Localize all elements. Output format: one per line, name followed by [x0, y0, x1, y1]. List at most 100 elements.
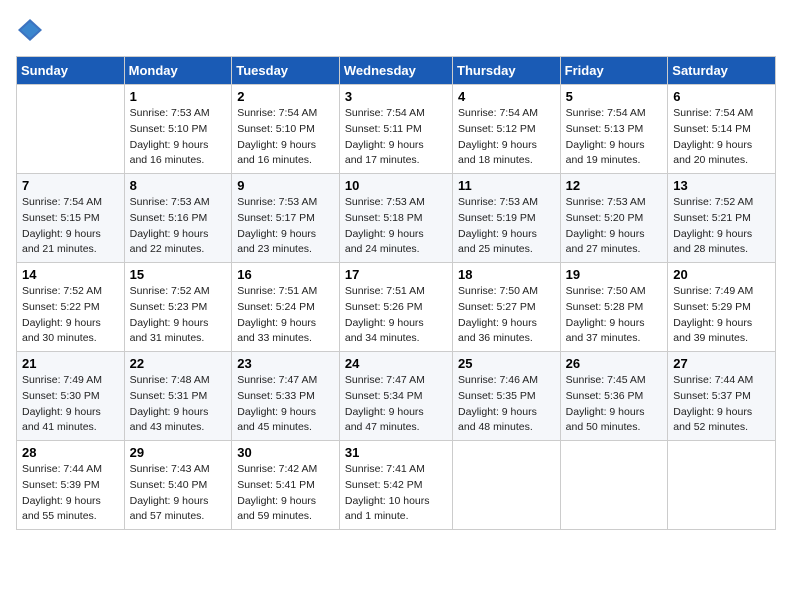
calendar-cell — [668, 441, 776, 530]
calendar-cell: 27Sunrise: 7:44 AMSunset: 5:37 PMDayligh… — [668, 352, 776, 441]
calendar-cell: 6 Sunrise: 7:54 AMSunset: 5:14 PMDaylight… — [668, 85, 776, 174]
day-info: Sunrise: 7:54 AMSunset: 5:14 PMDaylight:… — [673, 106, 770, 169]
day-number: 15 — [130, 267, 227, 282]
calendar-cell: 4 Sunrise: 7:54 AMSunset: 5:12 PMDaylight… — [453, 85, 561, 174]
day-info: Sunrise: 7:47 AMSunset: 5:33 PMDaylight:… — [237, 373, 334, 436]
calendar-cell: 24Sunrise: 7:47 AMSunset: 5:34 PMDayligh… — [339, 352, 452, 441]
day-info: Sunrise: 7:53 AMSunset: 5:20 PMDaylight:… — [566, 195, 663, 258]
day-number: 19 — [566, 267, 663, 282]
calendar-cell: 5Sunrise: 7:54 AMSunset: 5:13 PMDaylight… — [560, 85, 668, 174]
day-info: Sunrise: 7:52 AMSunset: 5:23 PMDaylight:… — [130, 284, 227, 347]
day-number: 26 — [566, 356, 663, 371]
day-of-week-header: Monday — [124, 57, 232, 85]
calendar-cell — [560, 441, 668, 530]
calendar-cell: 17 Sunrise: 7:51 AMSunset: 5:26 PMDayligh… — [339, 263, 452, 352]
calendar-cell: 16 Sunrise: 7:51 AMSunset: 5:24 PMDayligh… — [232, 263, 340, 352]
calendar-cell: 28 Sunrise: 7:44 AMSunset: 5:39 PMDayligh… — [17, 441, 125, 530]
day-of-week-header: Saturday — [668, 57, 776, 85]
calendar-cell — [453, 441, 561, 530]
day-info: Sunrise: 7:48 AMSunset: 5:31 PMDaylight:… — [130, 373, 227, 436]
day-number: 6 — [673, 89, 770, 104]
day-number: 30 — [237, 445, 334, 460]
day-info: Sunrise: 7:41 AMSunset: 5:42 PMDaylight:… — [345, 462, 447, 525]
calendar-cell: 1 Sunrise: 7:53 AMSunset: 5:10 PMDaylight… — [124, 85, 232, 174]
day-number: 3 — [345, 89, 447, 104]
day-of-week-header: Friday — [560, 57, 668, 85]
logo-icon — [16, 16, 44, 44]
day-number: 21 — [22, 356, 119, 371]
day-number: 9 — [237, 178, 334, 193]
calendar-cell: 26 Sunrise: 7:45 AMSunset: 5:36 PMDayligh… — [560, 352, 668, 441]
day-info: Sunrise: 7:52 AMSunset: 5:22 PMDaylight:… — [22, 284, 119, 347]
day-info: Sunrise: 7:53 AMSunset: 5:17 PMDaylight:… — [237, 195, 334, 258]
day-number: 25 — [458, 356, 555, 371]
calendar-cell: 20 Sunrise: 7:49 AMSunset: 5:29 PMDayligh… — [668, 263, 776, 352]
calendar-cell: 13Sunrise: 7:52 AMSunset: 5:21 PMDayligh… — [668, 174, 776, 263]
day-info: Sunrise: 7:54 AMSunset: 5:10 PMDaylight:… — [237, 106, 334, 169]
day-number: 22 — [130, 356, 227, 371]
day-number: 23 — [237, 356, 334, 371]
day-info: Sunrise: 7:50 AMSunset: 5:27 PMDaylight:… — [458, 284, 555, 347]
calendar-cell: 11 Sunrise: 7:53 AMSunset: 5:19 PMDayligh… — [453, 174, 561, 263]
calendar-cell: 29 Sunrise: 7:43 AMSunset: 5:40 PMDayligh… — [124, 441, 232, 530]
day-number: 16 — [237, 267, 334, 282]
day-number: 28 — [22, 445, 119, 460]
day-number: 29 — [130, 445, 227, 460]
day-info: Sunrise: 7:47 AMSunset: 5:34 PMDaylight:… — [345, 373, 447, 436]
day-info: Sunrise: 7:44 AMSunset: 5:39 PMDaylight:… — [22, 462, 119, 525]
calendar-cell: 30 Sunrise: 7:42 AMSunset: 5:41 PMDayligh… — [232, 441, 340, 530]
day-info: Sunrise: 7:45 AMSunset: 5:36 PMDaylight:… — [566, 373, 663, 436]
day-info: Sunrise: 7:53 AMSunset: 5:16 PMDaylight:… — [130, 195, 227, 258]
calendar-cell: 14 Sunrise: 7:52 AMSunset: 5:22 PMDayligh… — [17, 263, 125, 352]
day-number: 17 — [345, 267, 447, 282]
day-info: Sunrise: 7:53 AMSunset: 5:19 PMDaylight:… — [458, 195, 555, 258]
day-info: Sunrise: 7:43 AMSunset: 5:40 PMDaylight:… — [130, 462, 227, 525]
day-number: 2 — [237, 89, 334, 104]
page-header — [16, 16, 776, 44]
calendar-table: SundayMondayTuesdayWednesdayThursdayFrid… — [16, 56, 776, 530]
day-info: Sunrise: 7:53 AMSunset: 5:10 PMDaylight:… — [130, 106, 227, 169]
day-info: Sunrise: 7:51 AMSunset: 5:26 PMDaylight:… — [345, 284, 447, 347]
day-number: 14 — [22, 267, 119, 282]
day-of-week-header: Thursday — [453, 57, 561, 85]
day-number: 20 — [673, 267, 770, 282]
day-number: 18 — [458, 267, 555, 282]
day-info: Sunrise: 7:44 AMSunset: 5:37 PMDaylight:… — [673, 373, 770, 436]
day-number: 11 — [458, 178, 555, 193]
day-number: 7 — [22, 178, 119, 193]
day-info: Sunrise: 7:49 AMSunset: 5:29 PMDaylight:… — [673, 284, 770, 347]
day-number: 10 — [345, 178, 447, 193]
day-info: Sunrise: 7:51 AMSunset: 5:24 PMDaylight:… — [237, 284, 334, 347]
day-info: Sunrise: 7:42 AMSunset: 5:41 PMDaylight:… — [237, 462, 334, 525]
calendar-cell: 12 Sunrise: 7:53 AMSunset: 5:20 PMDayligh… — [560, 174, 668, 263]
day-number: 12 — [566, 178, 663, 193]
calendar-cell: 31Sunrise: 7:41 AMSunset: 5:42 PMDayligh… — [339, 441, 452, 530]
calendar-cell: 7 Sunrise: 7:54 AMSunset: 5:15 PMDaylight… — [17, 174, 125, 263]
day-info: Sunrise: 7:50 AMSunset: 5:28 PMDaylight:… — [566, 284, 663, 347]
calendar-cell: 9 Sunrise: 7:53 AMSunset: 5:17 PMDaylight… — [232, 174, 340, 263]
day-info: Sunrise: 7:52 AMSunset: 5:21 PMDaylight:… — [673, 195, 770, 258]
day-info: Sunrise: 7:46 AMSunset: 5:35 PMDaylight:… — [458, 373, 555, 436]
calendar-cell: 25 Sunrise: 7:46 AMSunset: 5:35 PMDayligh… — [453, 352, 561, 441]
day-info: Sunrise: 7:54 AMSunset: 5:11 PMDaylight:… — [345, 106, 447, 169]
calendar-cell — [17, 85, 125, 174]
day-of-week-header: Wednesday — [339, 57, 452, 85]
day-info: Sunrise: 7:54 AMSunset: 5:12 PMDaylight:… — [458, 106, 555, 169]
day-number: 5 — [566, 89, 663, 104]
calendar-cell: 3 Sunrise: 7:54 AMSunset: 5:11 PMDaylight… — [339, 85, 452, 174]
calendar-cell: 18 Sunrise: 7:50 AMSunset: 5:27 PMDayligh… — [453, 263, 561, 352]
day-number: 8 — [130, 178, 227, 193]
calendar-cell: 15 Sunrise: 7:52 AMSunset: 5:23 PMDayligh… — [124, 263, 232, 352]
day-of-week-header: Tuesday — [232, 57, 340, 85]
calendar-cell: 10Sunrise: 7:53 AMSunset: 5:18 PMDayligh… — [339, 174, 452, 263]
calendar-cell: 22 Sunrise: 7:48 AMSunset: 5:31 PMDayligh… — [124, 352, 232, 441]
logo — [16, 16, 48, 44]
calendar-cell: 23 Sunrise: 7:47 AMSunset: 5:33 PMDayligh… — [232, 352, 340, 441]
calendar-cell: 8 Sunrise: 7:53 AMSunset: 5:16 PMDaylight… — [124, 174, 232, 263]
calendar-cell: 2 Sunrise: 7:54 AMSunset: 5:10 PMDaylight… — [232, 85, 340, 174]
day-number: 4 — [458, 89, 555, 104]
calendar-cell: 19 Sunrise: 7:50 AMSunset: 5:28 PMDayligh… — [560, 263, 668, 352]
day-number: 1 — [130, 89, 227, 104]
day-info: Sunrise: 7:54 AMSunset: 5:15 PMDaylight:… — [22, 195, 119, 258]
day-of-week-header: Sunday — [17, 57, 125, 85]
